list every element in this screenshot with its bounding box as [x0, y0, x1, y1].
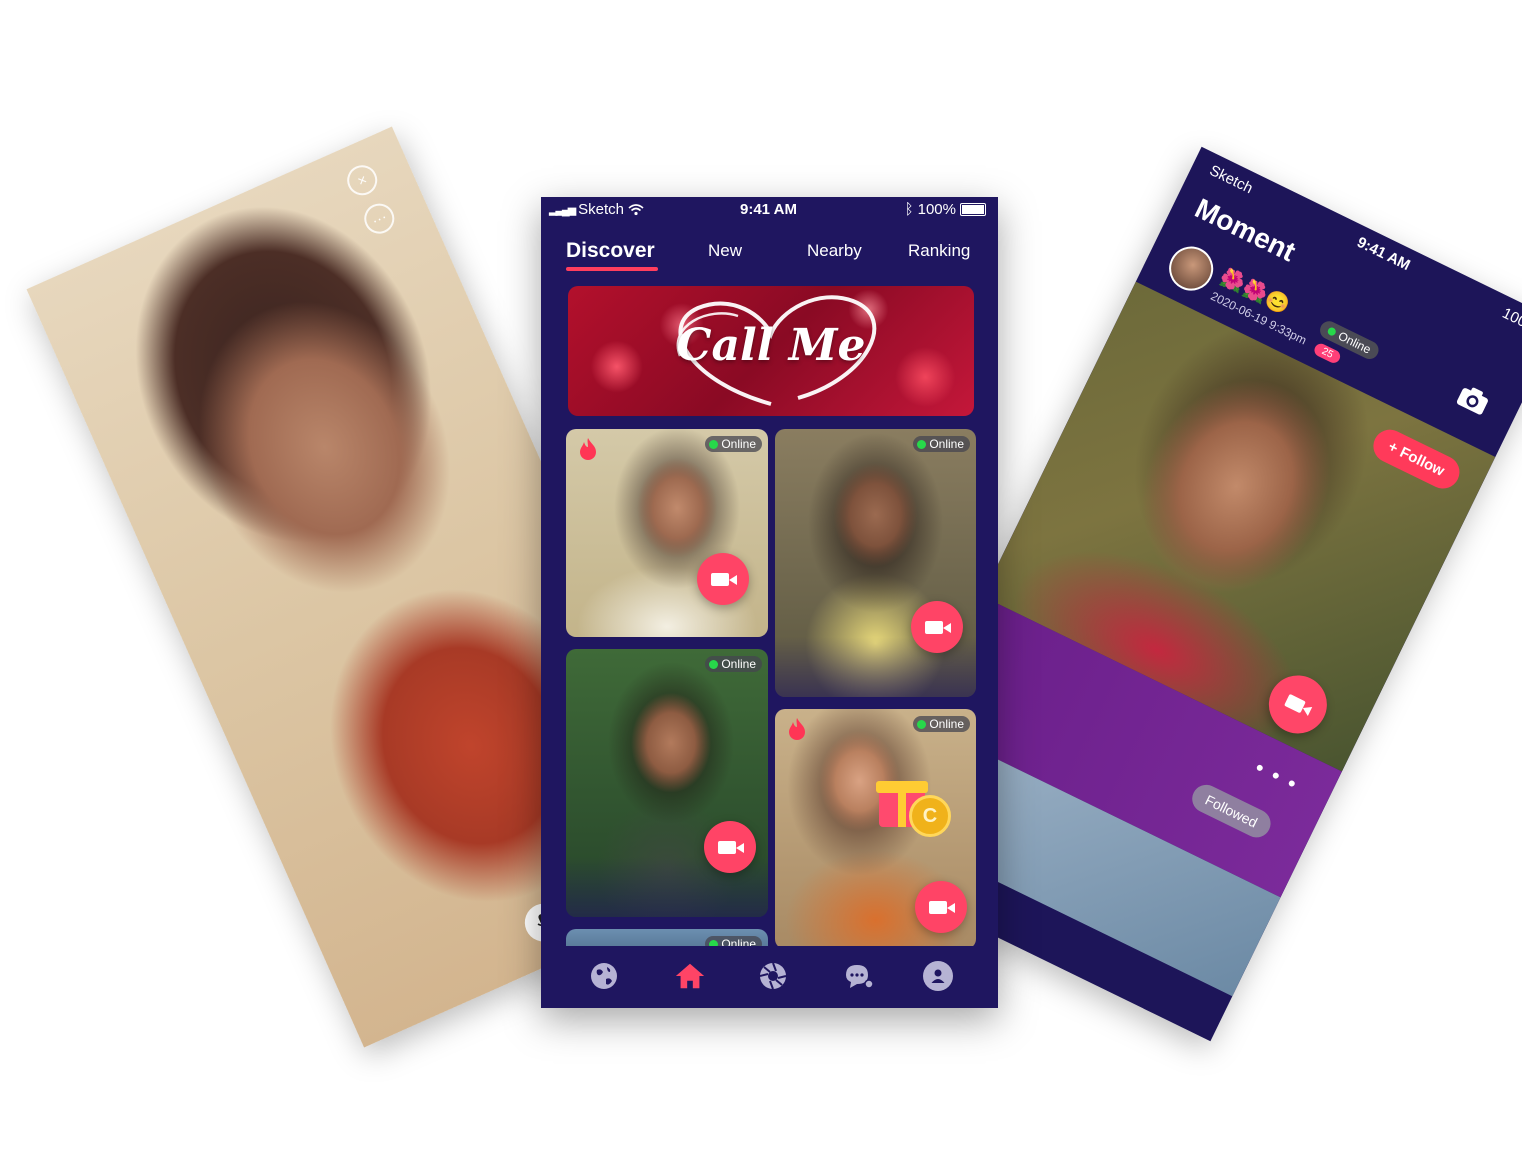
video-camera-icon	[718, 840, 744, 854]
video-camera-icon	[929, 900, 955, 914]
avatar[interactable]	[1161, 239, 1221, 298]
discover-screen: ▂▃▄▅ Sketch 9:41 AM ᛒ 100% Discover New …	[541, 197, 998, 1008]
profile-card[interactable]: Online	[566, 429, 768, 637]
online-dot-icon	[917, 439, 927, 449]
video-call-button[interactable]	[697, 553, 749, 605]
clock: 9:41 AM	[1354, 233, 1413, 275]
battery-icon	[960, 203, 986, 216]
video-call-button[interactable]	[704, 821, 756, 873]
close-icon[interactable]: ×	[342, 160, 383, 201]
online-label: Online	[929, 717, 964, 731]
gift-ribbon	[898, 781, 906, 827]
video-camera-icon	[1284, 693, 1307, 713]
online-label: Online	[929, 437, 964, 451]
battery-label: 100%	[1499, 304, 1522, 337]
online-dot-icon	[709, 439, 719, 449]
chat-icon[interactable]	[843, 960, 875, 992]
signal-icon: ▂▃▄▅	[549, 204, 576, 216]
carrier: ▂▃▄▅ Sketch	[549, 201, 644, 218]
battery-label: 100%	[917, 201, 956, 218]
call-me-banner[interactable]: Call Me	[568, 286, 974, 416]
video-camera-icon	[925, 620, 951, 634]
tab-ranking[interactable]: Ranking	[908, 241, 970, 261]
video-call-button[interactable]	[915, 881, 967, 933]
online-badge: Online	[913, 436, 970, 452]
online-dot-icon	[1326, 326, 1338, 337]
online-dot-icon	[917, 719, 927, 729]
tab-bar: Discover New Nearby Ranking	[541, 237, 998, 273]
profile-card[interactable]: Online	[775, 429, 976, 697]
tab-new[interactable]: New	[708, 241, 742, 261]
active-tab-indicator	[566, 267, 658, 271]
fire-icon	[787, 717, 807, 747]
video-call-button[interactable]	[911, 601, 963, 653]
camera-aperture-icon[interactable]	[757, 960, 789, 992]
tab-discover[interactable]: Discover	[566, 239, 655, 263]
wifi-icon	[628, 203, 644, 215]
carrier-label: Sketch	[1206, 161, 1256, 198]
status-bar: ▂▃▄▅ Sketch 9:41 AM ᛒ 100%	[541, 197, 998, 223]
profile-icon[interactable]	[922, 960, 954, 992]
tab-nearby[interactable]: Nearby	[807, 241, 862, 261]
online-label: Online	[721, 657, 756, 671]
profile-card[interactable]: Online	[566, 649, 768, 917]
online-label: Online	[1335, 328, 1374, 357]
gift-icon[interactable]: C	[876, 773, 951, 837]
bottom-nav	[541, 946, 998, 1008]
carrier-label: Sketch	[578, 201, 625, 218]
online-badge: Online	[913, 716, 970, 732]
globe-icon[interactable]	[588, 960, 620, 992]
fire-icon	[578, 437, 598, 467]
camera-icon[interactable]	[1452, 382, 1493, 423]
home-icon[interactable]	[674, 960, 706, 992]
online-dot-icon	[709, 659, 719, 669]
battery: ᛒ 100%	[905, 201, 986, 218]
online-label: Online	[721, 437, 756, 451]
bluetooth-icon: ᛒ	[904, 201, 914, 218]
online-badge: Online	[705, 656, 762, 672]
profile-card[interactable]: Online C	[775, 709, 976, 949]
profile-avatar-icon	[923, 961, 953, 991]
online-badge: Online	[705, 436, 762, 452]
more-icon[interactable]: ···	[359, 198, 400, 239]
banner-title: Call Me	[676, 320, 866, 371]
video-camera-icon	[711, 572, 737, 586]
clock: 9:41 AM	[740, 201, 797, 218]
likes-badge: 25	[1312, 341, 1343, 366]
coin-icon: C	[909, 795, 951, 837]
